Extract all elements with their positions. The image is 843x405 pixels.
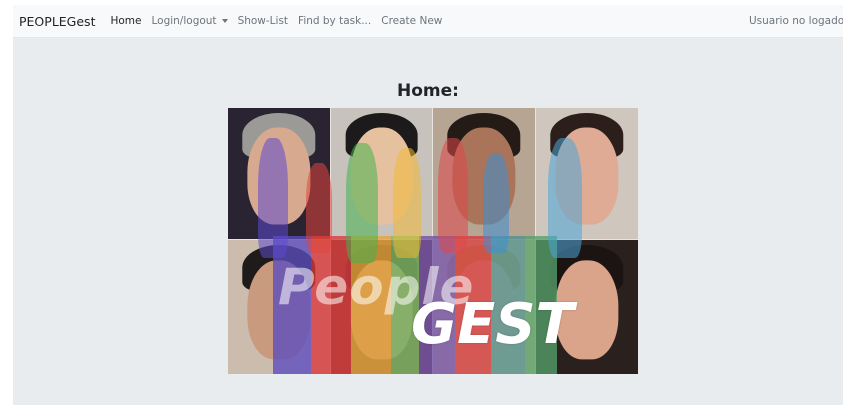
figure-silhouette <box>548 138 582 258</box>
figure-silhouette <box>438 138 468 253</box>
nav-find-by-task-link[interactable]: Find by task... <box>298 15 371 27</box>
nav-login-logout-label: Login/logout <box>151 15 217 27</box>
user-status-text: Usuario no logado :-( <box>749 15 843 27</box>
nav-show-list-link[interactable]: Show-List <box>238 15 288 27</box>
figure-silhouette <box>258 138 288 258</box>
nav-login-logout-dropdown[interactable]: Login/logout <box>151 15 228 27</box>
logo-gest-text: GEST <box>411 292 574 357</box>
nav-create-new-link[interactable]: Create New <box>381 15 442 27</box>
page-title: Home: <box>397 81 459 101</box>
dropdown-caret-icon <box>221 19 228 23</box>
navbar-brand[interactable]: PEOPLEGest <box>19 14 95 29</box>
figure-silhouette <box>346 143 378 263</box>
nav-links: Home Login/logout Show-List Find by task… <box>110 15 452 27</box>
figure-silhouette <box>306 163 332 253</box>
navbar: PEOPLEGest Home Login/logout Show-List F… <box>13 5 843 38</box>
hero-logo-image: People GEST <box>228 108 638 374</box>
app-frame: PEOPLEGest Home Login/logout Show-List F… <box>13 5 843 405</box>
figure-silhouette <box>483 153 509 253</box>
figure-silhouette <box>393 148 421 258</box>
nav-home-link[interactable]: Home <box>110 15 141 27</box>
